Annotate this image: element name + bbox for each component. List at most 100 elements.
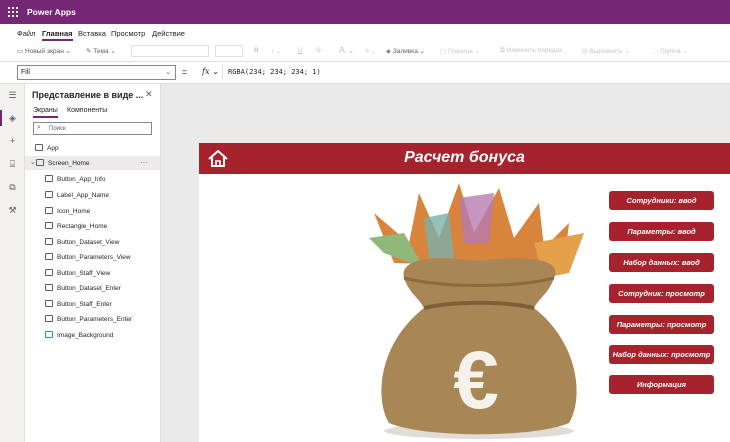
canvas-area: Расчет бонуса € Сотрудники: ввод Парамет…: [161, 84, 730, 442]
chevron-down-icon: ⌄: [474, 48, 481, 55]
tree-node-label: Icon_Home: [57, 208, 91, 215]
tree-node-control[interactable]: Button_Parameters_View: [25, 250, 160, 264]
menu-bar: Файл Главная Вставка Просмотр Действие: [0, 24, 730, 41]
font-color-icon[interactable]: A ⌄: [339, 45, 355, 56]
media-icon[interactable]: ⧉: [6, 181, 19, 194]
chevron-down-icon: ⌄: [419, 48, 426, 55]
tree-node-control[interactable]: Button_Staff_Enter: [25, 297, 160, 311]
border-button[interactable]: ▢ Граница ⌄: [440, 47, 480, 55]
underline-icon[interactable]: U: [298, 47, 303, 54]
chevron-down-icon: ⌄: [165, 69, 171, 76]
new-screen-label: Новый экран: [24, 48, 64, 55]
reorder-button[interactable]: ⧉ Изменить порядок ⌄: [500, 47, 567, 55]
left-rail: ☰ ◈ + ⌸ ⧉ ⚒: [0, 84, 25, 442]
database-icon[interactable]: ⌸: [6, 158, 19, 171]
tree-node-control[interactable]: Image_Background: [25, 328, 160, 342]
chevron-down-icon: ⌄: [30, 159, 36, 166]
parameters-view-button[interactable]: Параметры: просмотр: [609, 315, 714, 334]
align-button[interactable]: ⊟ Выровнять ⌄: [582, 47, 630, 55]
app-launcher-icon[interactable]: [8, 7, 18, 17]
app-title: Power Apps: [27, 7, 76, 17]
group-button[interactable]: ⬚ Группа ⌄: [652, 47, 688, 55]
menu-file[interactable]: Файл: [17, 29, 35, 38]
formula-input[interactable]: RGBA(234; 234; 234; 1): [222, 65, 726, 80]
tools-icon[interactable]: ⚒: [6, 204, 19, 217]
chevron-down-icon: ⌄: [110, 48, 116, 55]
tree-search-input[interactable]: ⌕ Поиск: [33, 122, 152, 135]
button-control-icon: [45, 175, 53, 182]
staff-enter-button[interactable]: Сотрудники: ввод: [609, 191, 714, 210]
tree-node-label: Button_Staff_View: [57, 270, 111, 277]
menu-home[interactable]: Главная: [42, 29, 73, 41]
ribbon-toolbar: ▭ Новый экран ⌄ ✎ Тема ⌄ B / ⌄ U S̶ A ⌄ …: [0, 41, 730, 62]
app-icon: [35, 144, 43, 151]
formula-bar: Fill ⌄ = fx ⌄ RGBA(234; 234; 234; 1): [0, 62, 730, 84]
close-icon[interactable]: ✕: [145, 89, 153, 100]
menu-view[interactable]: Просмотр: [111, 29, 145, 38]
tree-node-app[interactable]: App: [25, 141, 160, 155]
group-icon: ⬚: [652, 48, 659, 55]
title-bar: Power Apps: [0, 0, 730, 24]
italic-icon[interactable]: / ⌄: [272, 47, 281, 55]
dataset-view-button[interactable]: Набор данных: просмотр: [609, 345, 714, 364]
font-size-select[interactable]: [215, 45, 243, 57]
reorder-icon: ⧉: [500, 47, 505, 54]
search-placeholder: Поиск: [49, 126, 66, 132]
icon-control-icon: [45, 207, 53, 214]
layers-icon[interactable]: ◈: [6, 112, 19, 125]
equals-sign: =: [182, 67, 188, 77]
property-value: Fill: [21, 69, 30, 76]
tree-node-control[interactable]: Icon_Home: [25, 204, 160, 218]
dataset-enter-button[interactable]: Набор данных: ввод: [609, 253, 714, 272]
parameters-enter-button[interactable]: Параметры: ввод: [609, 222, 714, 241]
bold-button[interactable]: B: [254, 47, 259, 54]
tree-node-control[interactable]: Button_Parameters_Enter: [25, 312, 160, 326]
tree-node-control[interactable]: Button_Dataset_Enter: [25, 281, 160, 295]
theme-icon: ✎: [86, 48, 92, 55]
tree-node-label: Screen_Home: [48, 160, 90, 167]
tree-node-label: Button_App_Info: [57, 176, 106, 183]
property-dropdown[interactable]: Fill ⌄: [17, 65, 176, 80]
rail-active-indicator: [0, 110, 2, 126]
theme-button[interactable]: ✎ Тема ⌄: [86, 47, 116, 55]
theme-label: Тема: [93, 48, 109, 55]
new-screen-icon: ▭: [17, 48, 24, 55]
tab-screens[interactable]: Экраны: [33, 107, 58, 118]
tree-node-control[interactable]: Button_Staff_View: [25, 266, 160, 280]
border-icon: ▢: [440, 48, 447, 55]
tree-node-control[interactable]: Rectangle_Home: [25, 219, 160, 233]
chevron-down-icon: ⌄: [65, 48, 72, 55]
tree-node-label: App: [47, 145, 59, 152]
strikethrough-icon[interactable]: S̶: [316, 47, 320, 54]
tab-components[interactable]: Компоненты: [67, 107, 107, 114]
chevron-down-icon: ⌄: [563, 47, 567, 54]
fill-label: Заливка: [392, 48, 418, 55]
money-bag-image: €: [369, 183, 584, 439]
tree-node-control[interactable]: Label_App_Name: [25, 188, 160, 202]
fx-button[interactable]: fx ⌄: [202, 67, 219, 76]
plus-icon[interactable]: +: [6, 135, 19, 148]
menu-action[interactable]: Действие: [152, 29, 185, 38]
text-align-icon[interactable]: ≡ ⌄: [365, 47, 376, 55]
tree-node-control[interactable]: Button_App_Info: [25, 172, 160, 186]
hamburger-menu-icon[interactable]: ☰: [6, 89, 19, 102]
rectangle-control-icon: [45, 222, 53, 229]
tree-node-label: Button_Parameters_Enter: [57, 316, 133, 323]
tree-node-control[interactable]: Button_Dataset_View: [25, 235, 160, 249]
header-rectangle: Расчет бонуса: [199, 143, 730, 174]
app-screen[interactable]: Расчет бонуса € Сотрудники: ввод Парамет…: [199, 143, 730, 442]
staff-view-button[interactable]: Сотрудник: просмотр: [609, 284, 714, 303]
button-control-icon: [45, 284, 53, 291]
new-screen-button[interactable]: ▭ Новый экран ⌄: [17, 47, 71, 55]
button-control-icon: [45, 315, 53, 322]
tree-node-label: Button_Parameters_View: [57, 254, 131, 261]
app-info-button[interactable]: Информация: [609, 375, 714, 394]
fill-button[interactable]: ◈ Заливка ⌄: [386, 47, 425, 55]
tree-node-label: Button_Dataset_View: [57, 239, 120, 246]
more-options-icon[interactable]: ···: [140, 158, 148, 167]
font-select[interactable]: [131, 45, 209, 57]
tree-node-screen[interactable]: ⌄ Screen_Home ···: [25, 156, 160, 170]
align-icon: ⊟: [582, 48, 588, 55]
menu-insert[interactable]: Вставка: [78, 29, 106, 38]
formula-text: RGBA(234; 234; 234; 1): [228, 68, 321, 76]
